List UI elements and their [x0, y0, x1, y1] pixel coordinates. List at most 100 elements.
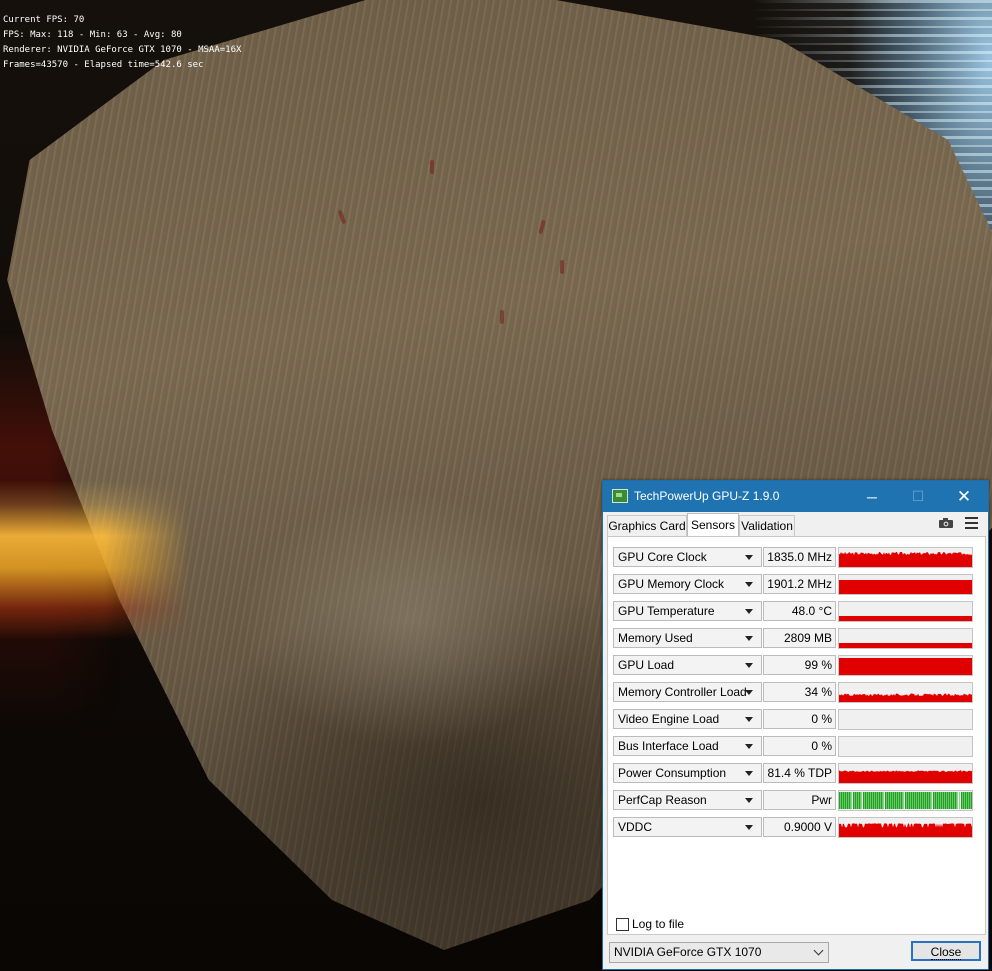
perfcap-bar: [839, 792, 841, 809]
tab-validation[interactable]: Validation: [739, 515, 795, 536]
perfcap-bar: [929, 792, 931, 809]
sensor-graph: [838, 817, 973, 838]
perfcap-bar: [879, 792, 881, 809]
perfcap-bar: [857, 792, 859, 809]
window-title: TechPowerUp GPU-Z 1.9.0: [634, 489, 780, 503]
dropdown-arrow-icon: [745, 717, 753, 722]
perfcap-bar: [871, 792, 873, 809]
sensor-value: 48.0 °C: [763, 601, 836, 621]
gpu-select-dropdown[interactable]: NVIDIA GeForce GTX 1070: [609, 942, 829, 963]
perfcap-bar: [953, 792, 955, 809]
sensor-name-label: VDDC: [618, 820, 653, 834]
sensor-name-dropdown[interactable]: Bus Interface Load: [613, 736, 762, 756]
fur-speck: [560, 260, 564, 274]
sensor-graph: [838, 790, 973, 811]
sensor-row: Memory Used 2809 MB: [613, 628, 983, 649]
perfcap-bar: [909, 792, 911, 809]
sensor-row: Video Engine Load 0 %: [613, 709, 983, 730]
sensor-name-label: Memory Used: [618, 631, 693, 645]
perfcap-bar: [847, 792, 849, 809]
dropdown-arrow-icon: [745, 582, 753, 587]
sensor-graph-fill: [839, 770, 972, 783]
perfcap-bar: [869, 792, 871, 809]
minimize-button[interactable]: ─: [849, 481, 895, 512]
chevron-down-icon: [813, 945, 824, 956]
perfcap-bar: [939, 792, 941, 809]
sensor-name-dropdown[interactable]: GPU Temperature: [613, 601, 762, 621]
perfcap-bar: [897, 792, 899, 809]
perfcap-bar: [867, 792, 869, 809]
overlay-frames: Frames=43570 - Elapsed time=542.6 sec: [3, 60, 204, 70]
dropdown-arrow-icon: [745, 636, 753, 641]
perfcap-bar: [859, 792, 861, 809]
sensor-graph: [838, 655, 973, 676]
sensor-name-dropdown[interactable]: Memory Controller Load: [613, 682, 762, 702]
dropdown-arrow-icon: [745, 663, 753, 668]
sensor-name-dropdown[interactable]: GPU Load: [613, 655, 762, 675]
overlay-fps-stats: FPS: Max: 118 - Min: 63 - Avg: 80: [3, 30, 182, 40]
sensor-graph-fill: [839, 658, 972, 675]
sensor-value: 34 %: [763, 682, 836, 702]
sensor-name-label: Video Engine Load: [618, 712, 720, 726]
sensor-name-dropdown[interactable]: GPU Core Clock: [613, 547, 762, 567]
tab-sensors[interactable]: Sensors: [687, 513, 739, 536]
fur-speck: [430, 160, 434, 174]
perfcap-bar: [851, 792, 852, 809]
sensor-row: GPU Load 99 %: [613, 655, 983, 676]
sensor-graph: [838, 601, 973, 622]
sensor-name-dropdown[interactable]: VDDC: [613, 817, 762, 837]
maximize-button[interactable]: ☐: [895, 481, 941, 512]
sensor-name-dropdown[interactable]: Power Consumption: [613, 763, 762, 783]
gpu-select-value: NVIDIA GeForce GTX 1070: [614, 945, 762, 959]
sensor-name-label: Power Consumption: [618, 766, 727, 780]
sensor-graph-fill: [839, 580, 972, 594]
close-window-button[interactable]: ✕: [941, 481, 987, 512]
perfcap-bar: [943, 792, 945, 809]
camera-icon[interactable]: [939, 518, 953, 528]
perfcap-bar: [913, 792, 915, 809]
title-bar[interactable]: TechPowerUp GPU-Z 1.9.0 ─ ☐ ✕: [603, 481, 988, 512]
sensor-name-dropdown[interactable]: GPU Memory Clock: [613, 574, 762, 594]
hamburger-menu-icon[interactable]: [965, 517, 978, 529]
perfcap-bar: [969, 792, 971, 809]
perfcap-bar: [845, 792, 847, 809]
sensor-name-dropdown[interactable]: Video Engine Load: [613, 709, 762, 729]
perfcap-bar: [875, 792, 877, 809]
perfcap-bar: [941, 792, 943, 809]
perfcap-bar: [959, 792, 960, 809]
perfcap-bar: [877, 792, 879, 809]
sensor-value: 99 %: [763, 655, 836, 675]
log-to-file-checkbox[interactable]: [616, 918, 629, 931]
perfcap-bar: [931, 792, 932, 809]
perfcap-bar: [955, 792, 957, 809]
sensor-row: VDDC 0.9000 V: [613, 817, 983, 838]
sensor-value: 0 %: [763, 709, 836, 729]
sensor-name-label: GPU Core Clock: [618, 550, 707, 564]
fur-speck: [500, 310, 504, 324]
sensor-name-dropdown[interactable]: Memory Used: [613, 628, 762, 648]
perfcap-bar: [937, 792, 939, 809]
sensor-value: 1901.2 MHz: [763, 574, 836, 594]
tab-graphics-card[interactable]: Graphics Card: [607, 515, 687, 536]
perfcap-bar: [967, 792, 969, 809]
perfcap-bar: [873, 792, 875, 809]
sensor-row: GPU Temperature 48.0 °C: [613, 601, 983, 622]
sensor-name-dropdown[interactable]: PerfCap Reason: [613, 790, 762, 810]
perfcap-bar: [899, 792, 901, 809]
sensor-row: GPU Memory Clock 1901.2 MHz: [613, 574, 983, 595]
log-to-file-label[interactable]: Log to file: [632, 917, 684, 931]
perfcap-bar: [905, 792, 907, 809]
sensor-graph-fill: [839, 693, 972, 702]
perfcap-bar: [935, 792, 937, 809]
perfcap-bar: [951, 792, 953, 809]
dropdown-arrow-icon: [745, 609, 753, 614]
sensor-name-label: GPU Load: [618, 658, 675, 672]
left-orange-glow: [0, 480, 190, 640]
sensor-graph-fill: [839, 823, 972, 837]
overlay-renderer: Renderer: NVIDIA GeForce GTX 1070 - MSAA…: [3, 45, 242, 55]
perfcap-bar: [895, 792, 897, 809]
sensor-row: Memory Controller Load 34 %: [613, 682, 983, 703]
sensor-value: 1835.0 MHz: [763, 547, 836, 567]
sensor-graph-fill: [839, 643, 972, 648]
close-button[interactable]: Close: [911, 941, 981, 961]
